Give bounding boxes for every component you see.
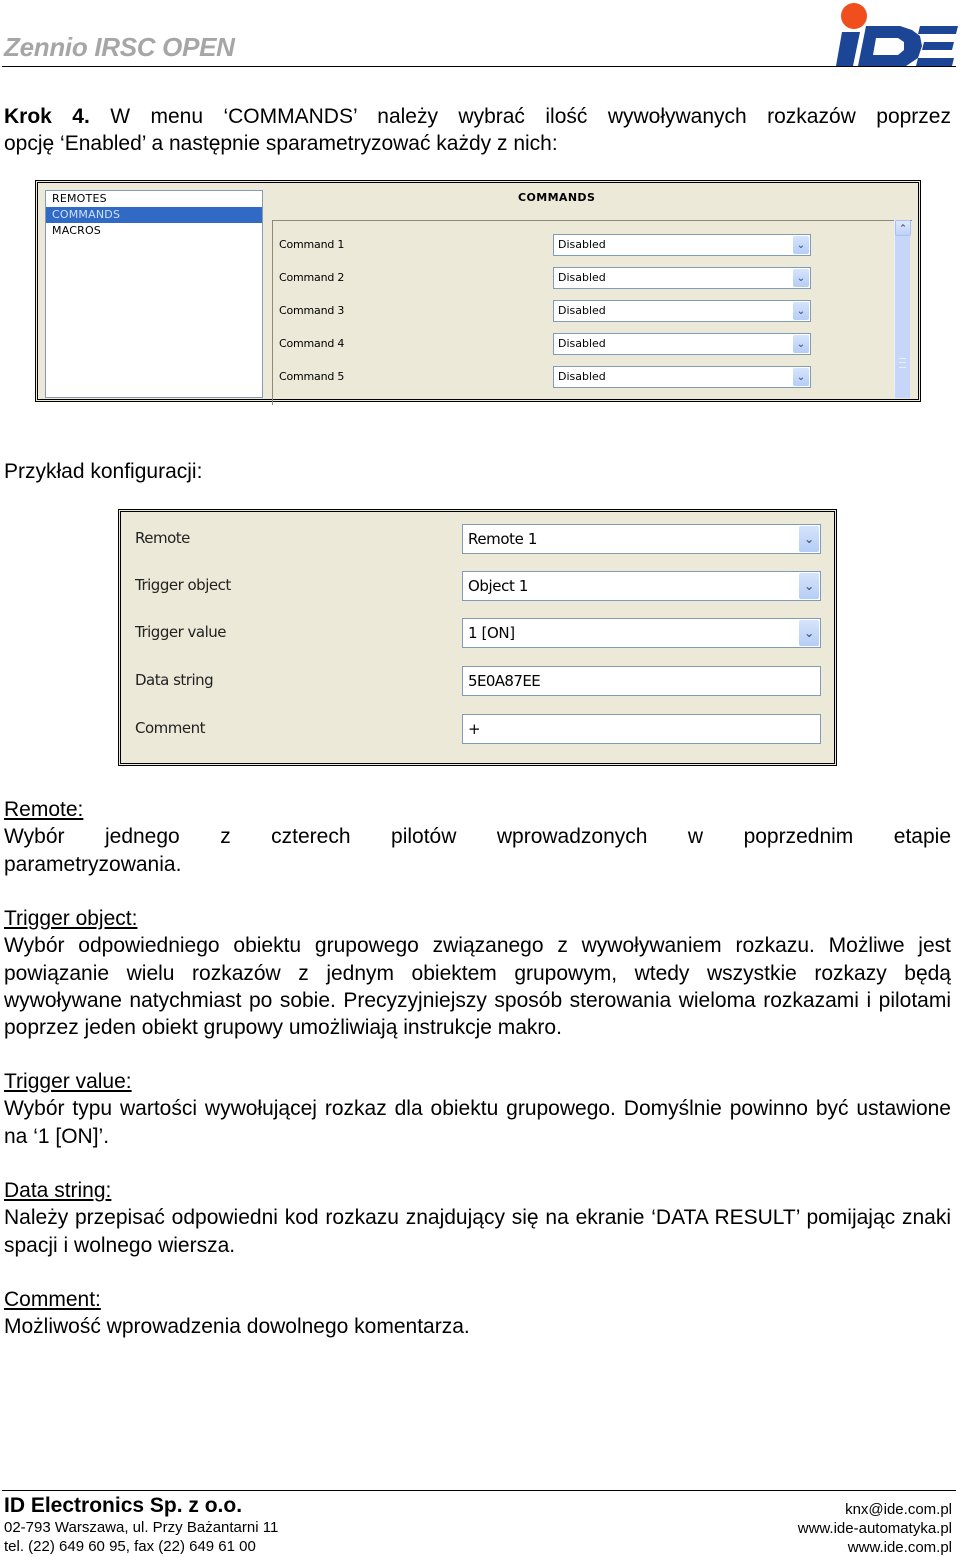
section-heading: Trigger value: xyxy=(4,1070,132,1093)
intro-line-2: opcję ‘Enabled’ a następnie sparametryzo… xyxy=(4,132,558,156)
command-row: Command 1 Disabled ⌄ xyxy=(273,234,833,258)
config-row-trigger-object: Trigger object Object 1 ⌄ xyxy=(121,571,834,601)
chevron-down-icon[interactable]: ⌄ xyxy=(793,269,809,287)
company-address: 02-793 Warszawa, ul. Przy Bażantarni 11 xyxy=(4,1519,279,1536)
input-value: + xyxy=(468,720,481,738)
command-4-dropdown[interactable]: Disabled ⌄ xyxy=(553,333,811,355)
command-label: Command 5 xyxy=(279,370,345,383)
section-body: Wybór odpowiedniego obiektu grupowego zw… xyxy=(4,934,951,1040)
section-body: Możliwość wprowadzenia dowolnego komenta… xyxy=(4,1315,470,1339)
section-heading: Data string: xyxy=(4,1179,112,1202)
section-heading: Remote: xyxy=(4,798,84,821)
footer-links: knx@ide.com.pl www.ide-automatyka.pl www… xyxy=(798,1500,952,1557)
tree-item-macros[interactable]: MACROS xyxy=(46,223,262,239)
config-label: Trigger object xyxy=(135,576,231,594)
input-value: 5E0A87EE xyxy=(468,672,541,690)
command-5-dropdown[interactable]: Disabled ⌄ xyxy=(553,366,811,388)
chevron-down-icon[interactable]: ⌄ xyxy=(799,620,819,646)
section-heading: Trigger object: xyxy=(4,907,138,930)
dropdown-value: Disabled xyxy=(558,238,606,251)
chevron-down-icon[interactable]: ⌄ xyxy=(799,526,819,552)
section-body: Wybór jednego z czterech pilotów wprowad… xyxy=(4,825,951,849)
remote-dropdown[interactable]: Remote 1 ⌄ xyxy=(462,524,821,554)
chevron-up-icon[interactable]: ⌃ xyxy=(895,220,911,236)
scroll-thumb-grip[interactable] xyxy=(899,358,906,368)
config-row-trigger-value: Trigger value 1 [ON] ⌄ xyxy=(121,618,834,648)
data-string-input[interactable]: 5E0A87EE xyxy=(462,666,821,696)
tree-item-remotes[interactable]: REMOTES xyxy=(46,191,262,207)
command-row: Command 5 Disabled ⌄ xyxy=(273,366,833,390)
header-divider xyxy=(2,66,956,67)
tree-item-commands[interactable]: COMMANDS xyxy=(46,207,262,223)
config-row-remote: Remote Remote 1 ⌄ xyxy=(121,524,834,554)
commands-window-screenshot: REMOTES COMMANDS MACROS COMMANDS Command… xyxy=(35,180,921,405)
company-phone: tel. (22) 649 60 95, fax (22) 649 61 00 xyxy=(4,1538,256,1555)
command-3-dropdown[interactable]: Disabled ⌄ xyxy=(553,300,811,322)
intro-paragraph: Krok 4. W menu ‘COMMANDS’ należy wybrać … xyxy=(4,103,951,158)
example-label: Przykład konfiguracji: xyxy=(4,460,203,483)
command-label: Command 1 xyxy=(279,238,345,251)
chevron-down-icon[interactable]: ⌄ xyxy=(793,236,809,254)
dropdown-value: Disabled xyxy=(558,370,606,383)
config-label: Data string xyxy=(135,671,214,689)
command-label: Command 3 xyxy=(279,304,345,317)
dropdown-value: 1 [ON] xyxy=(468,624,515,642)
section-trigger-object: Trigger object: Wybór odpowiedniego obie… xyxy=(4,905,951,1041)
config-label: Trigger value xyxy=(135,623,226,641)
trigger-value-dropdown[interactable]: 1 [ON] ⌄ xyxy=(462,618,821,648)
chevron-down-icon[interactable]: ⌄ xyxy=(793,302,809,320)
footer-divider xyxy=(2,1490,956,1491)
chevron-down-icon[interactable]: ⌄ xyxy=(793,335,809,353)
config-row-data-string: Data string 5E0A87EE xyxy=(121,666,834,696)
comment-input[interactable]: + xyxy=(462,714,821,744)
section-data-string: Data string: Należy przepisać odpowiedni… xyxy=(4,1177,951,1259)
section-remote: Remote: Wybór jednego z czterech pilotów… xyxy=(4,796,951,878)
dropdown-value: Disabled xyxy=(558,271,606,284)
dropdown-value: Disabled xyxy=(558,304,606,317)
step-label: Krok 4. xyxy=(4,105,90,128)
website-link[interactable]: www.ide.com.pl xyxy=(798,1538,952,1557)
footer-contact: ID Electronics Sp. z o.o. 02-793 Warszaw… xyxy=(4,1494,278,1556)
intro-line-1: Krok 4. W menu ‘COMMANDS’ należy wybrać … xyxy=(4,105,951,128)
dropdown-value: Disabled xyxy=(558,337,606,350)
command-label: Command 2 xyxy=(279,271,345,284)
ide-logo-icon xyxy=(836,3,958,66)
section-body: Należy przepisać odpowiedni kod rozkazu … xyxy=(4,1206,951,1257)
email-link[interactable]: knx@ide.com.pl xyxy=(798,1500,952,1519)
company-name: ID Electronics Sp. z o.o. xyxy=(4,1494,243,1517)
document-title: Zennio IRSC OPEN xyxy=(4,32,235,62)
config-label: Comment xyxy=(135,719,206,737)
command-label: Command 4 xyxy=(279,337,345,350)
dropdown-value: Remote 1 xyxy=(468,530,537,548)
vertical-scrollbar[interactable]: ⌃ xyxy=(894,220,911,398)
section-body-cont: parametryzowania. xyxy=(4,852,182,876)
config-window-screenshot: Remote Remote 1 ⌄ Trigger object Object … xyxy=(118,509,837,766)
panel-title: COMMANDS xyxy=(518,191,596,204)
commands-panel: Command 1 Disabled ⌄ Command 2 Disabled … xyxy=(272,220,912,405)
command-1-dropdown[interactable]: Disabled ⌄ xyxy=(553,234,811,256)
menu-tree: REMOTES COMMANDS MACROS xyxy=(45,190,263,398)
chevron-down-icon[interactable]: ⌄ xyxy=(799,573,819,599)
document-header: Zennio IRSC OPEN xyxy=(0,0,960,70)
section-body: Wybór typu wartości wywołującej rozkaz d… xyxy=(4,1097,951,1148)
section-trigger-value: Trigger value: Wybór typu wartości wywoł… xyxy=(4,1068,951,1150)
section-heading: Comment: xyxy=(4,1288,101,1311)
command-row: Command 4 Disabled ⌄ xyxy=(273,333,833,357)
dropdown-value: Object 1 xyxy=(468,577,528,595)
trigger-object-dropdown[interactable]: Object 1 ⌄ xyxy=(462,571,821,601)
config-label: Remote xyxy=(135,529,190,547)
command-row: Command 2 Disabled ⌄ xyxy=(273,267,833,291)
config-row-comment: Comment + xyxy=(121,714,834,744)
command-row: Command 3 Disabled ⌄ xyxy=(273,300,833,324)
section-comment: Comment: Możliwość wprowadzenia dowolneg… xyxy=(4,1286,951,1341)
command-2-dropdown[interactable]: Disabled ⌄ xyxy=(553,267,811,289)
chevron-down-icon[interactable]: ⌄ xyxy=(793,368,809,386)
website-link[interactable]: www.ide-automatyka.pl xyxy=(798,1519,952,1538)
